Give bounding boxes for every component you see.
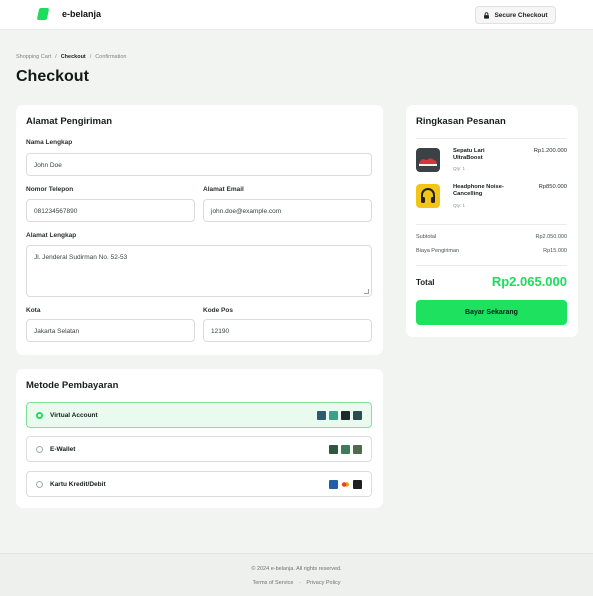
card-logos — [329, 480, 362, 489]
privacy-link[interactable]: Privacy Policy — [306, 580, 340, 586]
wallet-logos — [329, 445, 362, 454]
subtotal-value: Rp2.050.000 — [535, 234, 568, 240]
top-bar: e-belanja Secure Checkout — [0, 0, 593, 30]
total-label: Total — [416, 278, 435, 287]
resize-handle-icon[interactable] — [364, 289, 369, 294]
payment-option-label: Kartu Kredit/Debit — [50, 481, 106, 488]
brand-name: e-belanja — [62, 9, 102, 19]
subtotal-label: Subtotal — [416, 234, 437, 240]
payment-title: Metode Pembayaran — [26, 380, 119, 391]
item-price: Rp1.200.000 — [533, 148, 567, 154]
payment-option-label: E-Wallet — [50, 446, 76, 453]
bank-logo-icon — [353, 411, 362, 420]
item-qty: Qty: 1 — [453, 203, 466, 208]
summary-title: Ringkasan Pesanan — [416, 116, 506, 127]
bank-logo-icon — [341, 411, 350, 420]
divider — [416, 138, 567, 139]
radio-unselected[interactable] — [36, 446, 43, 453]
wallet-logo-icon — [329, 445, 338, 454]
payment-option-e-wallet[interactable]: E-Wallet — [26, 436, 372, 462]
shipping-cost-label: Biaya Pengiriman — [416, 248, 460, 254]
payment-option-virtual-account[interactable]: Virtual Account — [26, 402, 372, 428]
payment-option-credit-card[interactable]: Kartu Kredit/Debit — [26, 471, 372, 497]
visa-logo-icon — [329, 480, 338, 489]
address-field[interactable]: Jl. Jenderal Sudirman No. 52-53 — [26, 245, 372, 297]
email-label: Alamat Email — [203, 186, 244, 193]
wallet-logo-icon — [341, 445, 350, 454]
email-field[interactable]: john.doe@example.com — [203, 199, 372, 222]
pay-now-button[interactable]: Bayar Sekarang — [416, 300, 567, 325]
breadcrumb-separator: / — [55, 54, 57, 60]
footer: © 2024 e-belanja. All rights reserved. T… — [0, 553, 593, 596]
shipping-title: Alamat Pengiriman — [26, 116, 113, 127]
item-price: Rp850.000 — [538, 184, 567, 190]
terms-link[interactable]: Terms of Service — [252, 580, 293, 586]
address-label: Alamat Lengkap — [26, 232, 77, 239]
mastercard-logo-icon — [341, 480, 350, 489]
logo[interactable]: e-belanja — [36, 8, 102, 20]
breadcrumb-confirmation: Confirmation — [95, 54, 127, 60]
item-name: Headphone Noise-Cancelling — [453, 184, 504, 197]
page-title: Checkout — [16, 68, 89, 85]
breadcrumb: Shopping Cart / Checkout / Confirmation — [16, 54, 126, 60]
bank-logos — [317, 411, 362, 420]
wallet-logo-icon — [353, 445, 362, 454]
lock-icon — [484, 11, 490, 19]
bank-logo-icon — [317, 411, 326, 420]
breadcrumb-separator: / — [89, 54, 92, 60]
divider — [416, 224, 567, 225]
footer-links: Terms of Service · Privacy Policy — [0, 580, 593, 586]
jcb-logo-icon — [353, 480, 362, 489]
breadcrumb-checkout: Checkout — [60, 54, 86, 60]
secure-checkout-label: Secure Checkout — [494, 11, 548, 19]
headphone-icon — [416, 184, 440, 208]
zip-field[interactable]: 12190 — [203, 319, 372, 342]
phone-label: Nomor Telepon — [26, 186, 74, 193]
address-value: Jl. Jenderal Sudirman No. 52-53 — [34, 254, 128, 261]
divider — [416, 265, 567, 266]
shoe-icon — [416, 148, 440, 172]
name-field[interactable]: John Doe — [26, 153, 372, 176]
secure-checkout-button[interactable]: Secure Checkout — [475, 6, 556, 24]
radio-selected[interactable] — [36, 412, 43, 419]
payment-option-label: Virtual Account — [50, 412, 98, 419]
city-field[interactable]: Jakarta Selatan — [26, 319, 195, 342]
link-separator: · — [298, 580, 301, 586]
shipping-cost-value: Rp15.000 — [543, 248, 567, 254]
copyright: © 2024 e-belanja. All rights reserved. — [251, 566, 342, 572]
name-label: Nama Lengkap — [26, 139, 73, 146]
bank-logo-icon — [329, 411, 338, 420]
breadcrumb-shopping-cart[interactable]: Shopping Cart — [16, 54, 51, 60]
city-label: Kota — [26, 307, 41, 314]
logo-mark-icon — [36, 8, 50, 20]
phone-field[interactable]: 081234567890 — [26, 199, 195, 222]
total-value: Rp2.065.000 — [491, 274, 567, 289]
item-qty: Qty: 1 — [453, 166, 466, 171]
item-name: Sepatu Lari UltraBoost — [453, 148, 485, 161]
radio-unselected[interactable] — [36, 481, 43, 488]
zip-label: Kode Pos — [203, 307, 233, 314]
